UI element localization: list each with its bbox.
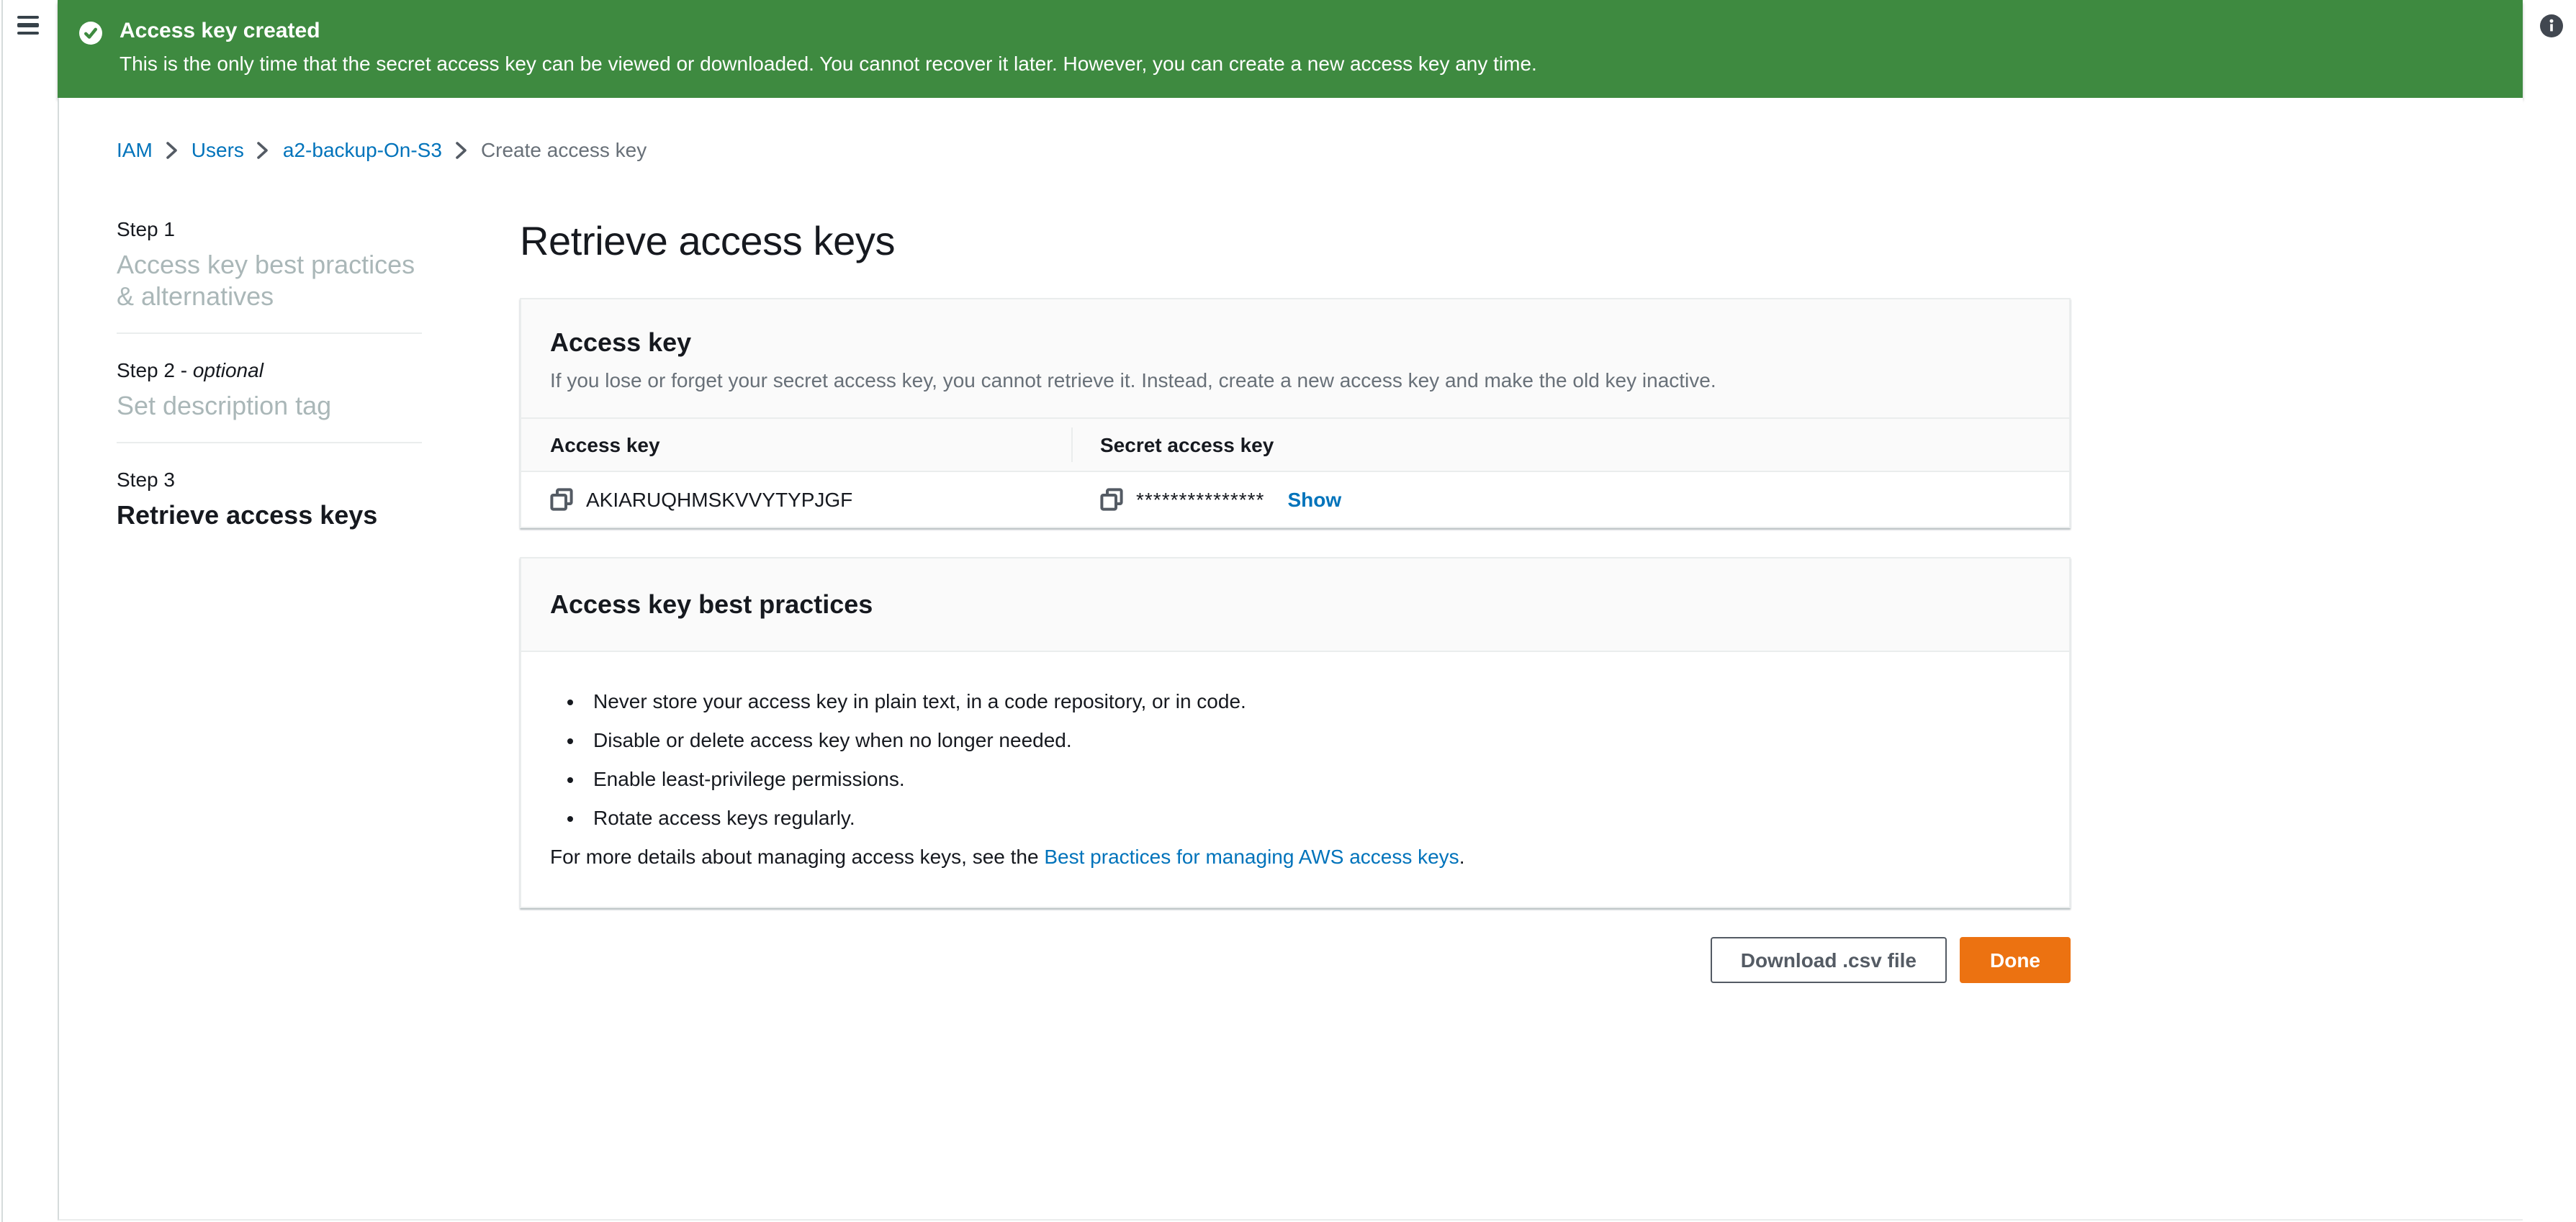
secret-access-key-cell: *************** Show	[1071, 488, 2069, 511]
show-secret-link[interactable]: Show	[1287, 488, 1341, 511]
access-key-value: AKIARUQHMSKVVYTYPJGF	[586, 488, 852, 511]
flashbar-message: This is the only time that the secret ac…	[120, 49, 1537, 78]
wizard-step-2: Step 2 - optional Set description tag	[117, 356, 422, 422]
step-divider	[117, 332, 422, 334]
access-key-table: Access key Secret access key AKIARUQH	[521, 419, 2069, 527]
copy-access-key-icon[interactable]	[550, 488, 573, 511]
step-divider	[117, 442, 422, 443]
chevron-right-icon	[455, 140, 468, 159]
copy-secret-key-icon[interactable]	[1100, 488, 1123, 511]
step-1-label: Step 1	[117, 214, 422, 243]
breadcrumb-users[interactable]: Users	[192, 135, 244, 164]
column-header-access-key: Access key	[521, 433, 1071, 456]
access-key-card: Access key If you lose or forget your se…	[520, 298, 2071, 528]
done-button[interactable]: Done	[1960, 937, 2071, 983]
step-3-name: Retrieve access keys	[117, 499, 422, 531]
breadcrumb: IAM Users a2-backup-On-S3 Create access …	[117, 135, 647, 164]
access-key-card-description: If you lose or forget your secret access…	[550, 366, 2040, 394]
wizard-step-1: Step 1 Access key best practices & alter…	[117, 214, 422, 312]
best-practices-link[interactable]: Best practices for managing AWS access k…	[1044, 845, 1459, 868]
step-1-name[interactable]: Access key best practices & alternatives	[117, 249, 422, 312]
left-edge-divider	[1, 0, 3, 1222]
list-item: Rotate access keys regularly.	[589, 803, 2040, 832]
success-flashbar: Access key created This is the only time…	[58, 0, 2523, 98]
best-practices-card-header: Access key best practices	[521, 558, 2069, 652]
breadcrumb-current: Create access key	[481, 135, 647, 164]
chevron-right-icon	[166, 140, 179, 159]
page-title: Retrieve access keys	[520, 216, 2071, 268]
best-practices-footer: For more details about managing access k…	[550, 842, 2040, 871]
hamburger-menu-icon[interactable]	[17, 16, 39, 35]
wizard-steps-nav: Step 1 Access key best practices & alter…	[117, 214, 422, 531]
content-panel: IAM Users a2-backup-On-S3 Create access …	[58, 98, 2523, 1221]
secret-key-masked-value: ***************	[1136, 488, 1264, 511]
table-row: AKIARUQHMSKVVYTYPJGF *************** Sho…	[521, 472, 2069, 527]
flashbar-text: Access key created This is the only time…	[120, 17, 1537, 78]
column-header-secret-access-key: Secret access key	[1071, 433, 2069, 456]
action-buttons: Download .csv file Done	[520, 937, 2071, 983]
best-practices-card-body: Never store your access key in plain tex…	[521, 652, 2069, 907]
list-item: Enable least-privilege permissions.	[589, 764, 2040, 793]
list-item: Disable or delete access key when no lon…	[589, 725, 2040, 754]
access-key-cell: AKIARUQHMSKVVYTYPJGF	[521, 488, 1071, 511]
list-item: Never store your access key in plain tex…	[589, 687, 2040, 715]
app-window: Access key created This is the only time…	[0, 0, 2576, 1222]
access-key-card-header: Access key If you lose or forget your se…	[521, 299, 2069, 419]
step-2-name[interactable]: Set description tag	[117, 390, 422, 422]
table-header-row: Access key Secret access key	[521, 419, 2069, 472]
step-3-label: Step 3	[117, 465, 422, 494]
chevron-right-icon	[257, 140, 270, 159]
best-practices-list: Never store your access key in plain tex…	[550, 687, 2040, 832]
breadcrumb-user-name[interactable]: a2-backup-On-S3	[283, 135, 442, 164]
check-circle-icon	[79, 22, 102, 45]
info-icon[interactable]	[2540, 14, 2563, 37]
best-practices-card: Access key best practices Never store yo…	[520, 557, 2071, 908]
wizard-step-3: Step 3 Retrieve access keys	[117, 465, 422, 531]
download-csv-button[interactable]: Download .csv file	[1711, 937, 1947, 983]
access-key-card-title: Access key	[550, 325, 2040, 360]
step-2-label: Step 2 - optional	[117, 356, 422, 384]
flashbar-title: Access key created	[120, 17, 1537, 46]
best-practices-card-title: Access key best practices	[550, 587, 2040, 622]
main-content: Retrieve access keys Access key If you l…	[520, 216, 2071, 983]
breadcrumb-iam[interactable]: IAM	[117, 135, 153, 164]
